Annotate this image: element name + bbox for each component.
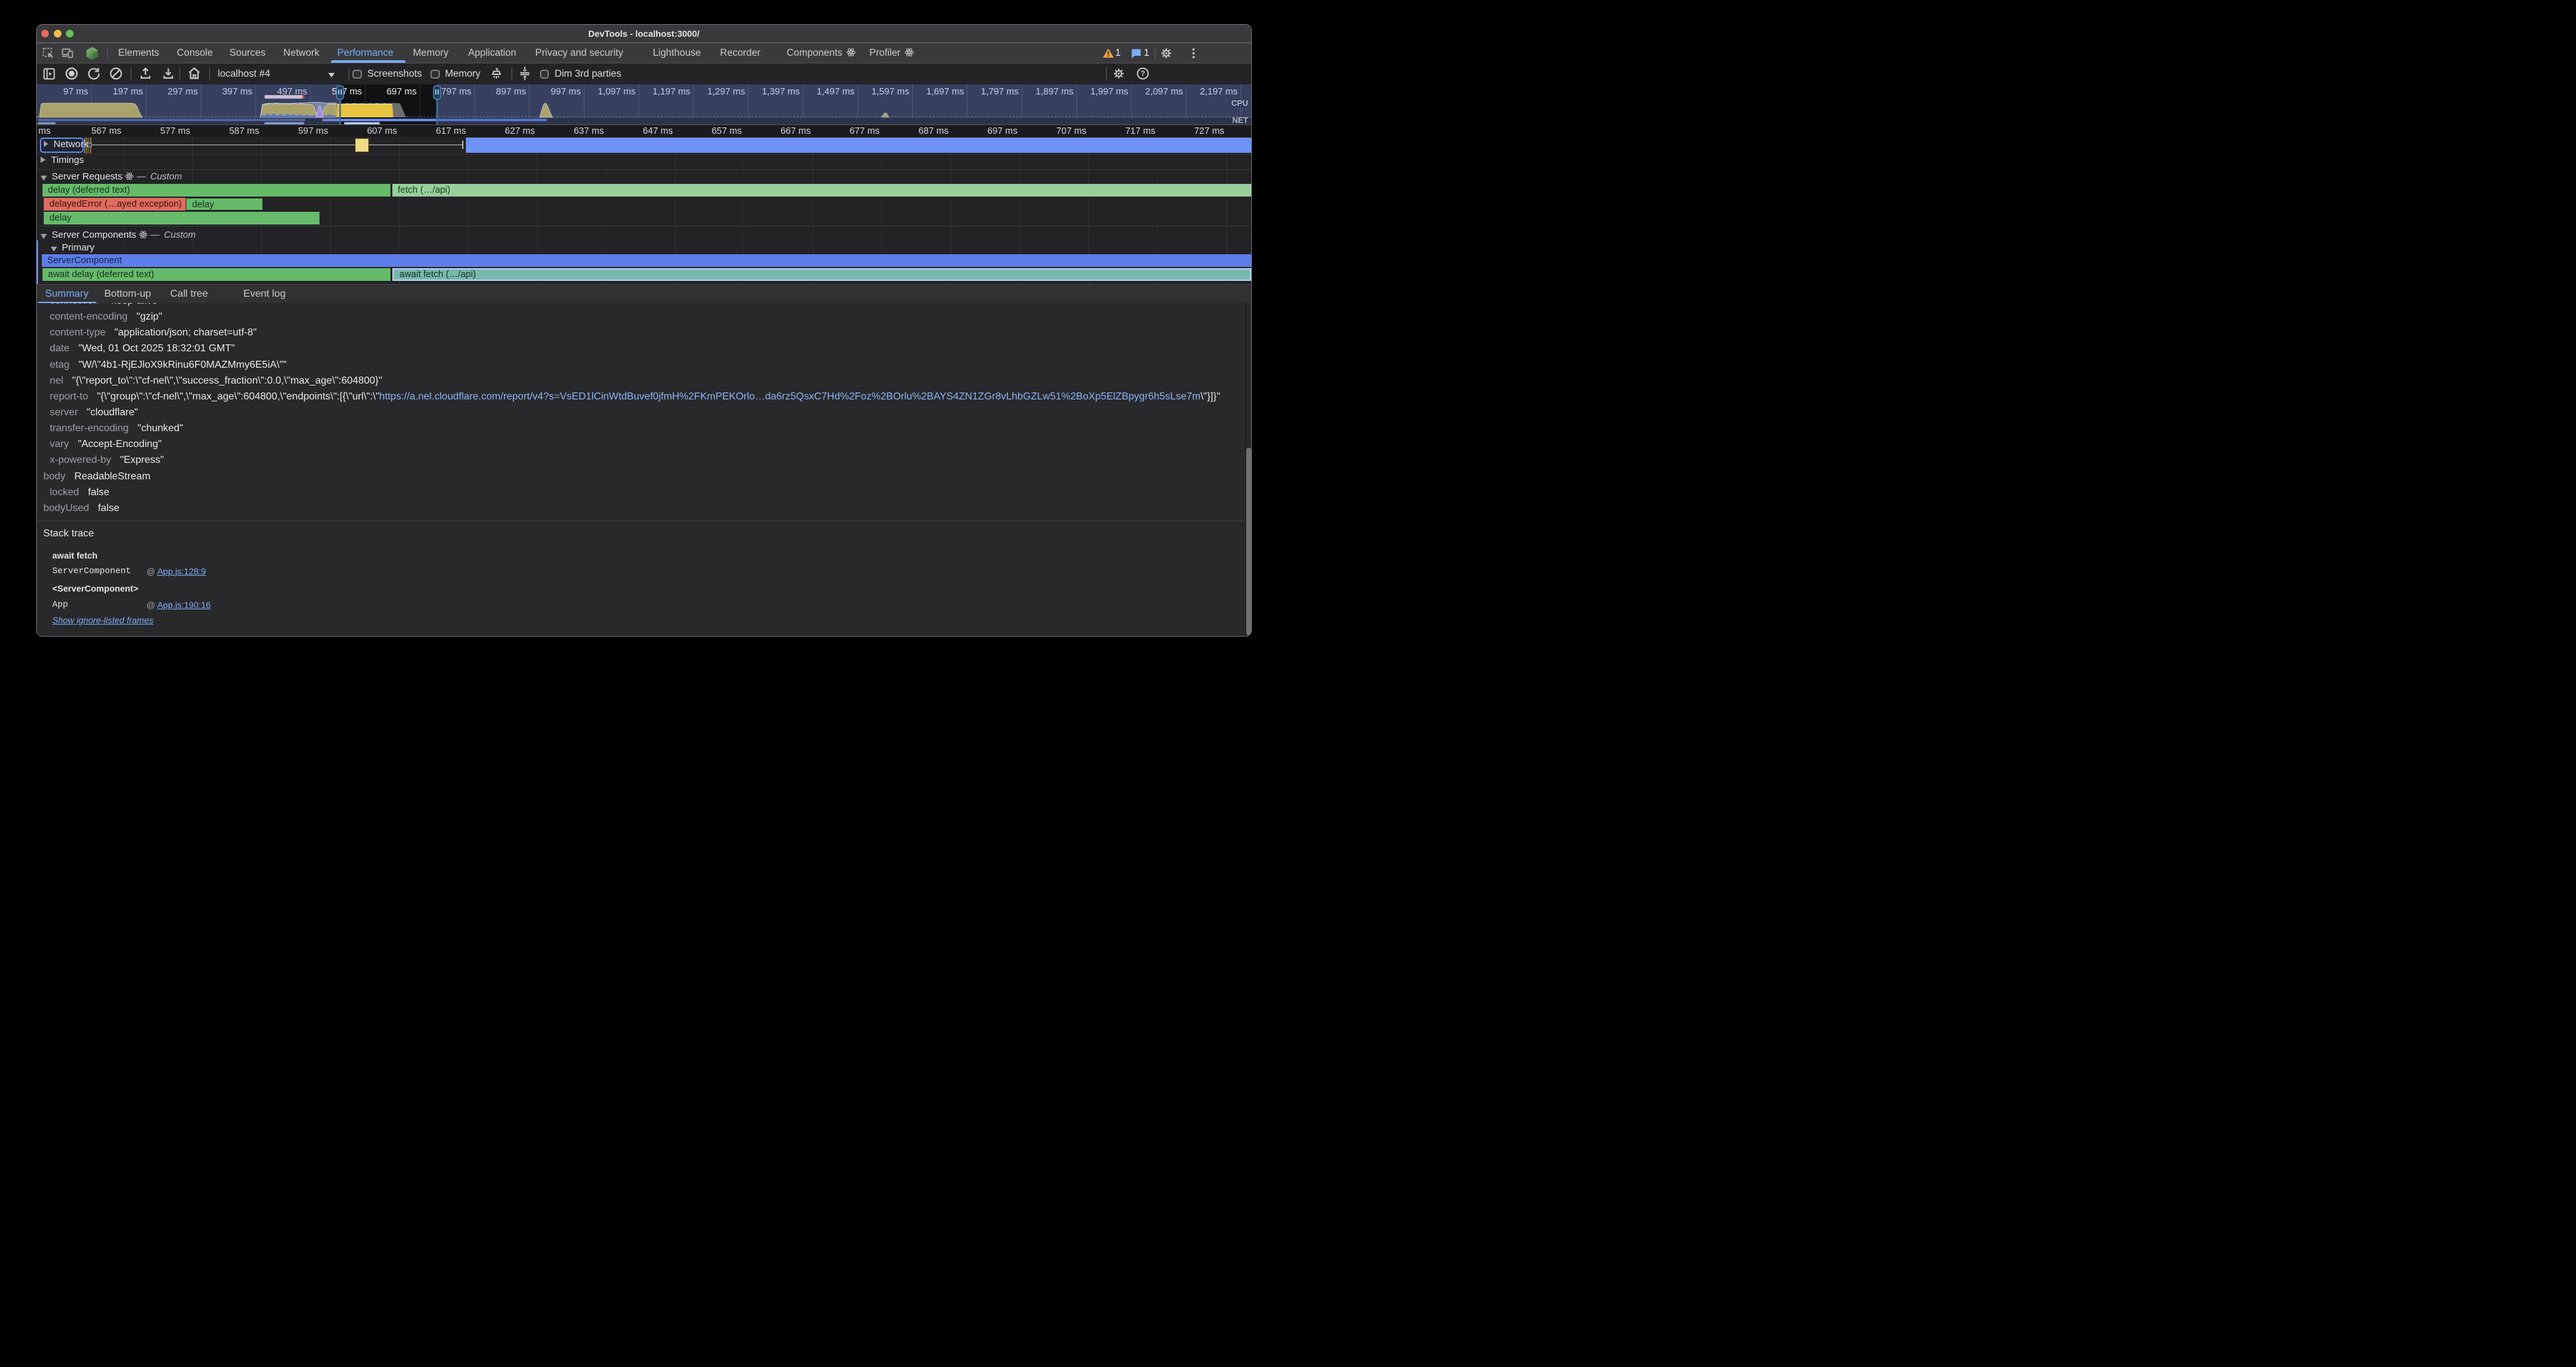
svg-text:?: ?: [1140, 69, 1145, 78]
